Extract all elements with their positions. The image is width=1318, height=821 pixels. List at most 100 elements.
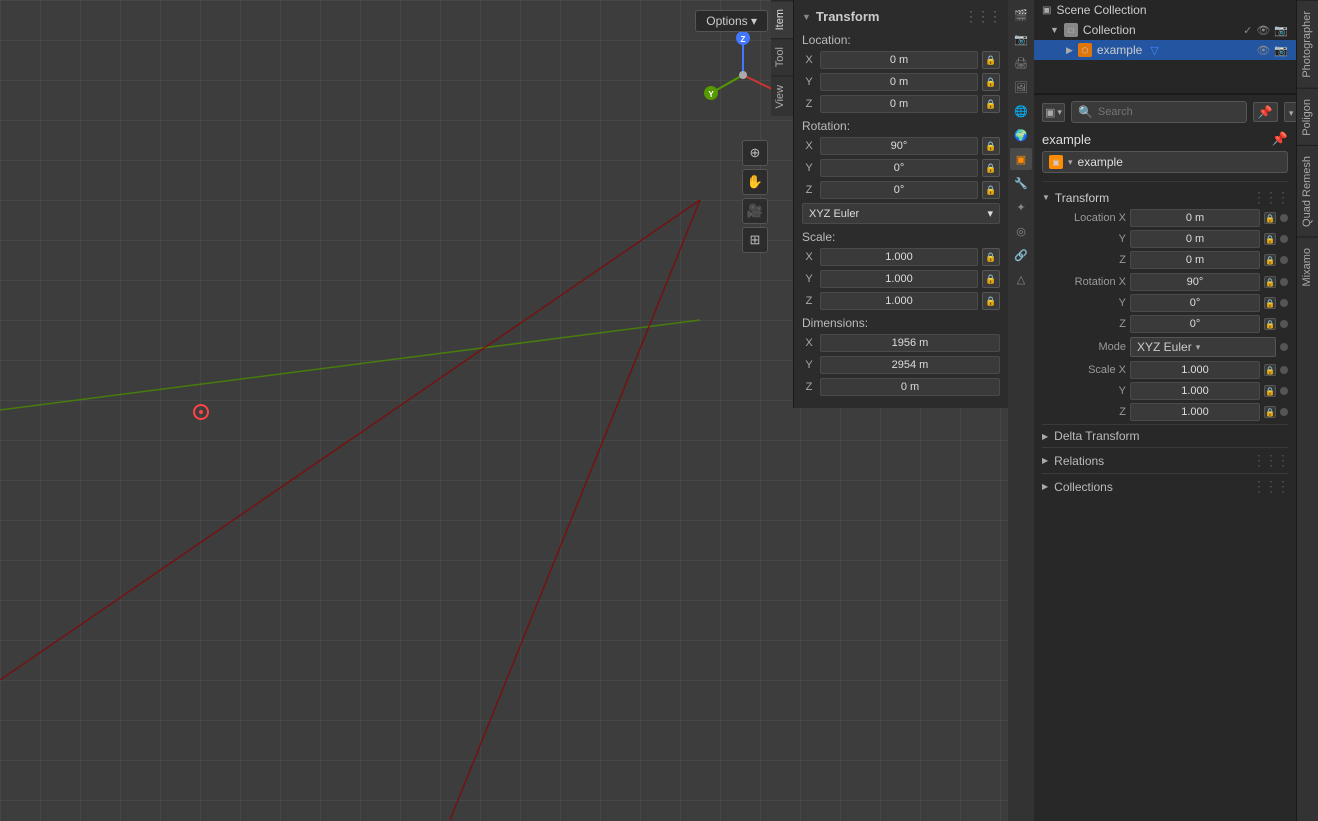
rot-y-value[interactable]: 0°	[820, 159, 978, 177]
prop-tab-object[interactable]: ▣	[1010, 148, 1032, 170]
pin-button[interactable]: 📌	[1253, 102, 1278, 122]
tab-tool[interactable]: Tool	[771, 38, 793, 75]
rot-y-label: Y	[802, 162, 816, 174]
search-input[interactable]	[1098, 106, 1240, 118]
prop-mode-row: Mode XYZ Euler ▾	[1046, 337, 1288, 357]
object-selector-name: example	[1078, 155, 1123, 169]
scale-z-value[interactable]: 1.000	[820, 292, 978, 310]
prop-loc-z-value[interactable]: 0 m	[1130, 251, 1260, 269]
rot-z-value[interactable]: 0°	[820, 181, 978, 199]
rot-x-lock[interactable]: 🔒	[982, 137, 1000, 155]
dim-x-value[interactable]: 1956 m	[820, 334, 1000, 352]
relations-section[interactable]: ▶ Relations ⋮⋮⋮	[1042, 447, 1288, 473]
prop-tab-scene[interactable]: 🎬	[1010, 4, 1032, 26]
scale-y-lock[interactable]: 🔒	[982, 270, 1000, 288]
camera-button[interactable]: 🎥	[742, 198, 768, 224]
loc-y-value[interactable]: 0 m	[820, 73, 978, 91]
prop-scale-y-value[interactable]: 1.000	[1130, 382, 1260, 400]
loc-z-label: Z	[802, 98, 816, 110]
scale-y-value[interactable]: 1.000	[820, 270, 978, 288]
rotation-mode-dropdown[interactable]: XYZ Euler ▾	[802, 203, 1000, 224]
prop-tab-world[interactable]: 🌍	[1010, 124, 1032, 146]
prop-loc-y-dot	[1280, 235, 1288, 243]
options-button[interactable]: Options ▾	[695, 10, 768, 32]
prop-tab-particles[interactable]: ✦	[1010, 196, 1032, 218]
scale-z-row: Z 1.000 🔒	[802, 292, 1000, 310]
tab-view[interactable]: View	[771, 76, 793, 117]
prop-scale-y-dot	[1280, 387, 1288, 395]
prop-scale-z-lock[interactable]: 🔒	[1264, 406, 1276, 418]
prop-tab-render[interactable]: 📷	[1010, 28, 1032, 50]
viewport-sidebar-tabs: Item Tool View	[771, 0, 793, 116]
loc-z-lock[interactable]: 🔒	[982, 95, 1000, 113]
prop-loc-x-lock[interactable]: 🔒	[1264, 212, 1276, 224]
filter-button[interactable]: ▾	[1284, 102, 1296, 122]
example-eye-icon[interactable]: 👁	[1256, 44, 1270, 57]
delta-transform-section[interactable]: ▶ Delta Transform	[1042, 424, 1288, 447]
prop-scale-z-value[interactable]: 1.000	[1130, 403, 1260, 421]
prop-loc-z-lock[interactable]: 🔒	[1264, 254, 1276, 266]
collections-section[interactable]: ▶ Collections ⋮⋮⋮	[1042, 473, 1288, 499]
prop-rot-x-lock[interactable]: 🔒	[1264, 276, 1276, 288]
vtab-photographer[interactable]: Photographer	[1297, 0, 1318, 88]
rot-y-lock[interactable]: 🔒	[982, 159, 1000, 177]
prop-tab-physics[interactable]: ◎	[1010, 220, 1032, 242]
collection-eye-icon[interactable]: 👁	[1256, 24, 1270, 37]
loc-y-lock[interactable]: 🔒	[982, 73, 1000, 91]
dim-z-value[interactable]: 0 m	[820, 378, 1000, 396]
rot-x-value[interactable]: 90°	[820, 137, 978, 155]
outliner-scene-collection[interactable]: ▣ Scene Collection	[1034, 0, 1296, 20]
prop-tab-output[interactable]: 🖨	[1010, 52, 1032, 74]
vtab-quad-remesh[interactable]: Quad Remesh	[1297, 145, 1318, 237]
prop-loc-y-value[interactable]: 0 m	[1130, 230, 1260, 248]
grab-button[interactable]: ✋	[742, 169, 768, 195]
prop-tab-constraints[interactable]: 🔗	[1010, 244, 1032, 266]
prop-rot-z-value[interactable]: 0°	[1130, 315, 1260, 333]
rot-z-row: Z 0° 🔒	[802, 181, 1000, 199]
location-section-title: Location:	[802, 33, 1000, 47]
transform-collapse-icon: ▼	[1042, 193, 1050, 202]
zoom-button[interactable]: ⊕	[742, 140, 768, 166]
grid-button[interactable]: ⊞	[742, 227, 768, 253]
scale-z-label: Z	[802, 295, 816, 307]
prop-scale-z-dot	[1280, 408, 1288, 416]
prop-scale-x-lock[interactable]: 🔒	[1264, 364, 1276, 376]
rot-z-lock[interactable]: 🔒	[982, 181, 1000, 199]
prop-tab-modifier[interactable]: 🔧	[1010, 172, 1032, 194]
scale-x-value[interactable]: 1.000	[820, 248, 978, 266]
pin-object-icon[interactable]: 📌	[1272, 131, 1288, 147]
prop-scale-y-lock[interactable]: 🔒	[1264, 385, 1276, 397]
tab-item[interactable]: Item	[771, 0, 793, 38]
mode-dropdown-prop[interactable]: XYZ Euler ▾	[1130, 337, 1276, 357]
prop-loc-x-value[interactable]: 0 m	[1130, 209, 1260, 227]
vtab-poligon[interactable]: Poligon	[1297, 88, 1318, 146]
example-camera-icon[interactable]: 📷	[1274, 44, 1288, 57]
loc-x-value[interactable]: 0 m	[820, 51, 978, 69]
view-type-selector[interactable]: ▣ ▾	[1042, 103, 1065, 122]
filter-dropdown-icon: ▾	[1289, 108, 1294, 118]
dim-y-value[interactable]: 2954 m	[820, 356, 1000, 374]
origin-dot	[193, 404, 209, 420]
transform-section-header[interactable]: ▼ Transform ⋮⋮⋮	[1042, 186, 1288, 209]
outliner-example-object[interactable]: ▶ ⬡ example ▽ 👁 📷	[1034, 40, 1296, 60]
scale-z-lock[interactable]: 🔒	[982, 292, 1000, 310]
object-selector[interactable]: ▣ ▾ example	[1042, 151, 1288, 173]
props-header: ▣ ▾ 🔍 📌 ▾	[1042, 101, 1288, 123]
loc-z-value[interactable]: 0 m	[820, 95, 978, 113]
prop-tab-viewlayer[interactable]: 🖼	[1010, 76, 1032, 98]
outliner-collection[interactable]: ▼ □ Collection ✓ 👁 📷	[1034, 20, 1296, 40]
camera-icon: 🎥	[747, 203, 763, 219]
vtab-mixamo[interactable]: Mixamo	[1297, 237, 1318, 297]
prop-rot-z-lock[interactable]: 🔒	[1264, 318, 1276, 330]
scale-x-lock[interactable]: 🔒	[982, 248, 1000, 266]
rot-y-label-prop: Y	[1046, 297, 1126, 309]
prop-tab-objectdata[interactable]: △	[1010, 268, 1032, 290]
loc-x-lock[interactable]: 🔒	[982, 51, 1000, 69]
prop-scale-x-value[interactable]: 1.000	[1130, 361, 1260, 379]
collection-camera-icon[interactable]: 📷	[1274, 24, 1288, 37]
prop-loc-y-lock[interactable]: 🔒	[1264, 233, 1276, 245]
prop-tab-scene2[interactable]: 🌐	[1010, 100, 1032, 122]
prop-rot-y-lock[interactable]: 🔒	[1264, 297, 1276, 309]
prop-rot-x-value[interactable]: 90°	[1130, 273, 1260, 291]
prop-rot-y-value[interactable]: 0°	[1130, 294, 1260, 312]
